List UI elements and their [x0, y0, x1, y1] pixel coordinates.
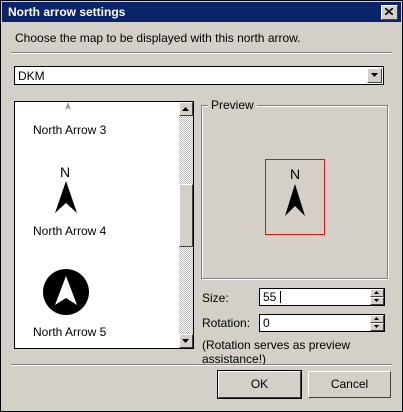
spin-down-icon	[374, 325, 379, 328]
rotation-spin-buttons	[370, 315, 384, 331]
rotation-spinner[interactable]: 0	[259, 314, 385, 332]
rotation-increment-button[interactable]	[370, 315, 384, 323]
map-select-dropdown[interactable]: DKM	[14, 66, 384, 85]
bottom-divider	[11, 364, 392, 366]
size-label: Size:	[202, 291, 229, 305]
cancel-button[interactable]: Cancel	[308, 371, 391, 398]
ok-button[interactable]: OK	[217, 370, 302, 399]
rotation-note: (Rotation serves as preview assistance!)	[202, 338, 351, 366]
preview-north-arrow-icon	[285, 184, 305, 216]
close-button[interactable]	[381, 5, 398, 20]
list-item-label: North Arrow 3	[33, 123, 107, 137]
north-arrow-circle-icon	[43, 269, 89, 315]
dialog-window: North arrow settings Choose the map to b…	[0, 0, 403, 412]
spin-down-icon	[374, 299, 379, 302]
scroll-up-icon	[182, 107, 189, 111]
title-bar[interactable]: North arrow settings	[2, 2, 401, 22]
spin-up-icon	[374, 317, 379, 320]
preview-frame: N	[265, 159, 325, 235]
list-item[interactable]: North Arrow 3	[15, 120, 175, 140]
north-arrow-list[interactable]: North Arrow 3 N North Arrow 4 North Arro…	[14, 101, 194, 349]
north-arrow-partial-icon	[65, 102, 71, 110]
size-spin-buttons	[370, 289, 384, 305]
arrow-n-letter: N	[60, 164, 71, 180]
list-item-label: North Arrow 4	[33, 224, 107, 238]
preview-n-letter: N	[290, 166, 301, 182]
size-decrement-button[interactable]	[370, 297, 384, 305]
text-caret	[280, 291, 281, 303]
instruction-text: Choose the map to be displayed with this…	[15, 31, 301, 45]
size-spinner[interactable]: 55	[259, 288, 385, 306]
map-select-value: DKM	[18, 69, 45, 83]
chevron-down-icon	[371, 73, 378, 77]
rotation-decrement-button[interactable]	[370, 323, 384, 331]
preview-legend: Preview	[208, 98, 257, 112]
dropdown-button[interactable]	[367, 68, 382, 83]
top-divider	[11, 52, 392, 54]
list-item[interactable]: N North Arrow 4	[15, 164, 175, 244]
scroll-up-button[interactable]	[179, 102, 193, 116]
scroll-thumb[interactable]	[179, 184, 193, 247]
list-item-label: North Arrow 5	[33, 325, 107, 339]
rotation-label: Rotation:	[202, 316, 251, 330]
scroll-down-icon	[182, 339, 189, 343]
list-scrollbar[interactable]	[179, 102, 193, 348]
spin-up-icon	[374, 291, 379, 294]
list-item[interactable]: North Arrow 5	[15, 265, 175, 345]
close-icon	[385, 8, 393, 15]
scroll-down-button[interactable]	[179, 334, 193, 348]
size-value: 55	[263, 290, 277, 304]
rotation-value: 0	[263, 316, 270, 330]
north-arrow-icon	[55, 181, 77, 213]
size-increment-button[interactable]	[370, 289, 384, 297]
window-title: North arrow settings	[8, 5, 126, 19]
